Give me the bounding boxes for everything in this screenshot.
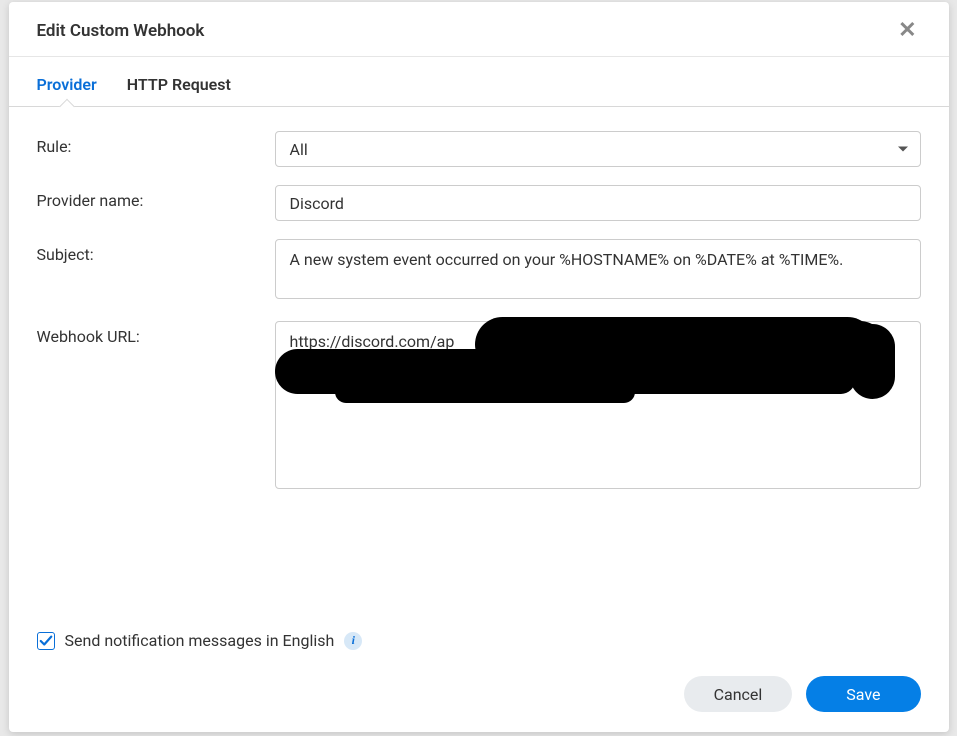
- redaction-mark: [835, 321, 885, 386]
- info-icon[interactable]: i: [344, 632, 362, 650]
- tab-http-request[interactable]: HTTP Request: [127, 75, 231, 106]
- dialog-title: Edit Custom Webhook: [37, 21, 205, 41]
- tab-provider[interactable]: Provider: [37, 75, 97, 106]
- dialog-header: Edit Custom Webhook ✕: [9, 2, 949, 57]
- row-rule: Rule: All: [37, 131, 921, 167]
- row-provider-name: Provider name:: [37, 185, 921, 221]
- english-checkbox-row: Send notification messages in English i: [9, 623, 949, 658]
- checkmark-icon: [39, 634, 53, 648]
- form-area: Rule: All Provider name: Subject: Webhoo…: [9, 107, 949, 623]
- rule-select-value: All: [290, 140, 308, 159]
- redaction-mark: [335, 381, 635, 403]
- subject-textarea[interactable]: [275, 239, 921, 299]
- label-provider-name: Provider name:: [37, 185, 275, 210]
- dialog-footer: Cancel Save: [9, 658, 949, 732]
- label-webhook-url: Webhook URL:: [37, 321, 275, 346]
- row-subject: Subject:: [37, 239, 921, 303]
- row-webhook-url: Webhook URL:: [37, 321, 921, 493]
- label-rule: Rule:: [37, 131, 275, 156]
- english-checkbox[interactable]: [37, 632, 55, 650]
- label-subject: Subject:: [37, 239, 275, 264]
- save-button[interactable]: Save: [806, 676, 920, 712]
- close-icon[interactable]: ✕: [894, 20, 920, 42]
- english-checkbox-label: Send notification messages in English: [65, 631, 335, 650]
- rule-select[interactable]: All: [275, 131, 921, 167]
- provider-name-input[interactable]: [275, 185, 921, 221]
- redaction-mark: [605, 366, 855, 394]
- caret-down-icon: [898, 147, 908, 152]
- edit-webhook-dialog: Edit Custom Webhook ✕ Provider HTTP Requ…: [9, 2, 949, 732]
- tabs: Provider HTTP Request: [9, 57, 949, 107]
- cancel-button[interactable]: Cancel: [684, 676, 793, 712]
